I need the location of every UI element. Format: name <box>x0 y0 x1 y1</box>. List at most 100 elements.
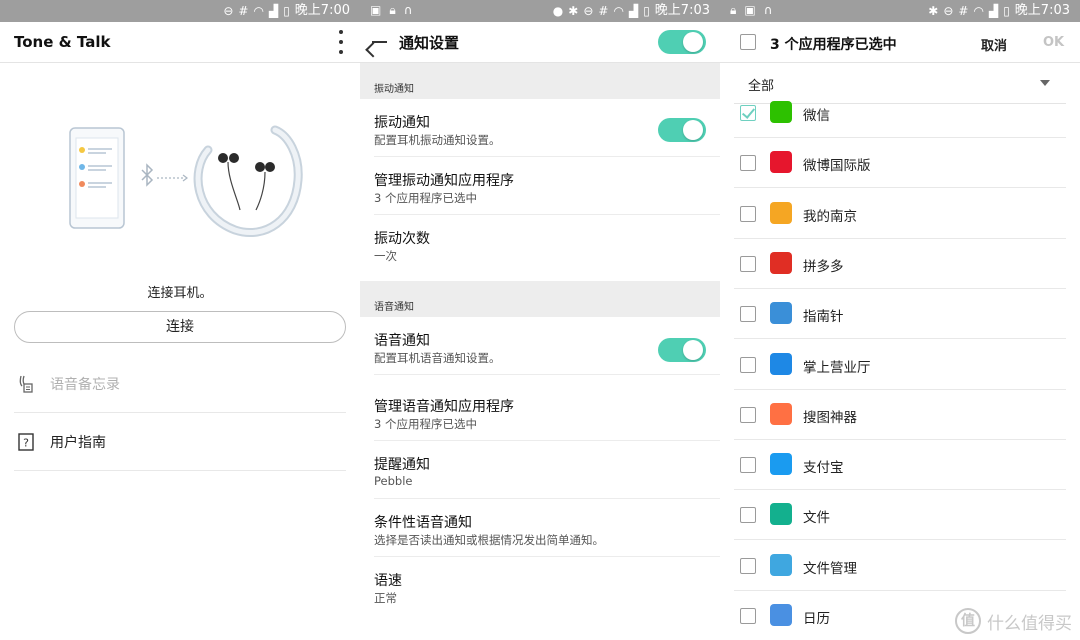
app-name: 掌上营业厅 <box>803 359 871 376</box>
chevron-down-icon <box>1040 80 1050 86</box>
app-name: 文件 <box>803 510 830 527</box>
signal-icon: ▟ <box>268 3 279 18</box>
app-icon <box>770 201 792 224</box>
menu-item-label: 用户指南 <box>50 434 106 451</box>
menu-item-user-guide[interactable]: ? 用户指南 <box>14 413 346 471</box>
lock-icon: 🔒︎ <box>730 3 737 17</box>
vibration-notification-toggle[interactable] <box>658 118 706 142</box>
setting-subtitle: Pebble <box>374 474 413 488</box>
more-options-icon[interactable] <box>338 30 344 54</box>
setting-subtitle: 配置耳机语音通知设置。 <box>374 351 501 365</box>
dnd-icon: ⊖ <box>583 3 594 18</box>
connect-button[interactable]: 连接 <box>14 311 346 343</box>
hash-icon: # <box>598 3 609 18</box>
app-icon <box>770 151 792 174</box>
section-header-vibration: 振动通知 <box>360 63 720 99</box>
app-icon <box>770 604 792 626</box>
app-checkbox[interactable] <box>740 205 756 222</box>
menu-item-label: 语音备忘录 <box>50 376 120 393</box>
setting-title: 管理振动通知应用程序 <box>374 173 514 189</box>
ok-button[interactable]: OK <box>1043 35 1064 50</box>
app-name: 拼多多 <box>803 258 844 275</box>
setting-title: 语速 <box>374 573 402 589</box>
app-list-item[interactable]: 指南针 <box>734 289 1066 340</box>
app-name: 微博国际版 <box>803 158 871 175</box>
app-bar: Tone & Talk <box>0 22 360 63</box>
setting-manage-voice-apps[interactable]: 管理语音通知应用程序 3 个应用程序已选中 <box>374 383 720 441</box>
app-name: 微信 <box>803 108 830 124</box>
app-name: 支付宝 <box>803 460 844 477</box>
app-checkbox[interactable] <box>740 155 756 172</box>
app-icon <box>770 402 792 425</box>
app-list-item[interactable]: 微博国际版 <box>734 138 1066 189</box>
app-name: 搜图神器 <box>803 409 857 426</box>
dnd-icon: ⊖ <box>223 3 234 18</box>
setting-voice-notification[interactable]: 语音通知 配置耳机语音通知设置。 <box>374 317 720 375</box>
notification-settings-screen: ▣ 🔒︎ ∩ ● ✱ ⊖ # ◠ ▟ ▯ 晚上7:03 通知设置 振动通知 振动… <box>360 0 720 640</box>
master-notification-toggle[interactable] <box>658 30 706 54</box>
bluetooth-icon: ✱ <box>928 3 939 18</box>
bluetooth-icon <box>141 163 154 187</box>
status-time: 晚上7:03 <box>654 3 710 18</box>
setting-title: 管理语音通知应用程序 <box>374 399 514 415</box>
app-name: 指南针 <box>803 309 844 326</box>
app-list-item[interactable]: 掌上营业厅 <box>734 340 1066 390</box>
page-title: 3 个应用程序已选中 <box>770 37 897 53</box>
setting-manage-vibration-apps[interactable]: 管理振动通知应用程序 3 个应用程序已选中 <box>374 157 720 215</box>
setting-speech-rate[interactable]: 语速 正常 <box>374 557 720 615</box>
app-checkbox[interactable] <box>740 457 756 474</box>
setting-subtitle: 3 个应用程序已选中 <box>374 191 477 205</box>
headset-icon: ∩ <box>763 3 773 17</box>
setting-vibration-count[interactable]: 振动次数 一次 <box>374 215 720 273</box>
app-checkbox[interactable] <box>740 105 756 121</box>
app-checkbox[interactable] <box>740 406 756 423</box>
app-bar: 3 个应用程序已选中 取消 OK <box>720 22 1080 63</box>
section-header-voice: 语音通知 <box>360 281 720 317</box>
select-all-checkbox[interactable] <box>740 34 756 50</box>
status-time: 晚上7:03 <box>1014 3 1070 18</box>
hash-icon: # <box>958 3 969 18</box>
cancel-button[interactable]: 取消 <box>981 35 1007 54</box>
page-title: 通知设置 <box>399 33 460 52</box>
app-name: 文件管理 <box>803 560 857 577</box>
app-list-item[interactable]: 微信 <box>734 88 1066 138</box>
wifi-icon: ◠ <box>613 3 624 18</box>
app-checkbox[interactable] <box>740 255 756 272</box>
setting-title: 振动通知 <box>374 115 430 131</box>
battery-icon: ▯ <box>643 3 650 18</box>
setting-conditional-voice-notification[interactable]: 条件性语音通知 选择是否读出通知或根据情况发出简单通知。 <box>374 499 720 557</box>
app-list-item[interactable]: 我的南京 <box>734 189 1066 239</box>
tone-talk-home-screen: ⊖ # ◠ ▟ ▯ 晚上7:00 Tone & Talk 连接耳机。 连接 语音 <box>0 0 360 640</box>
app-icon <box>770 553 792 576</box>
app-checkbox[interactable] <box>740 356 756 373</box>
status-time: 晚上7:00 <box>294 3 350 18</box>
voice-notification-toggle[interactable] <box>658 338 706 362</box>
setting-vibration-notification[interactable]: 振动通知 配置耳机振动通知设置。 <box>374 99 720 157</box>
app-checkbox[interactable] <box>740 557 756 574</box>
app-icon <box>770 101 792 123</box>
app-list-item[interactable]: 搜图神器 <box>734 390 1066 440</box>
app-list-item[interactable]: 支付宝 <box>734 440 1066 491</box>
back-arrow-icon[interactable] <box>372 34 388 50</box>
headset-connect-illustration <box>69 125 303 238</box>
app-checkbox[interactable] <box>740 608 756 624</box>
bluetooth-icon: ✱ <box>568 3 579 18</box>
app-list-item[interactable]: 拼多多 <box>734 239 1066 289</box>
signal-icon: ▟ <box>628 3 639 18</box>
battery-icon: ▯ <box>283 3 290 18</box>
setting-reminder-notification[interactable]: 提醒通知 Pebble <box>374 441 720 499</box>
menu-item-voice-memo[interactable]: 语音备忘录 <box>14 355 346 413</box>
app-list-item[interactable]: 文件管理 <box>734 541 1066 591</box>
setting-title: 提醒通知 <box>374 457 430 473</box>
setting-title: 语音通知 <box>374 333 430 349</box>
setting-subtitle: 正常 <box>374 591 397 605</box>
setting-title: 条件性语音通知 <box>374 515 472 531</box>
status-bar: ⊖ # ◠ ▟ ▯ 晚上7:00 <box>0 0 360 22</box>
app-checkbox[interactable] <box>740 507 756 524</box>
lock-icon: 🔒︎ <box>389 3 396 17</box>
app-checkbox[interactable] <box>740 306 756 323</box>
app-list-item[interactable]: 文件 <box>734 490 1066 541</box>
voice-memo-icon <box>16 374 36 394</box>
app-bar: 通知设置 <box>360 22 720 63</box>
setting-subtitle: 配置耳机振动通知设置。 <box>374 133 501 147</box>
